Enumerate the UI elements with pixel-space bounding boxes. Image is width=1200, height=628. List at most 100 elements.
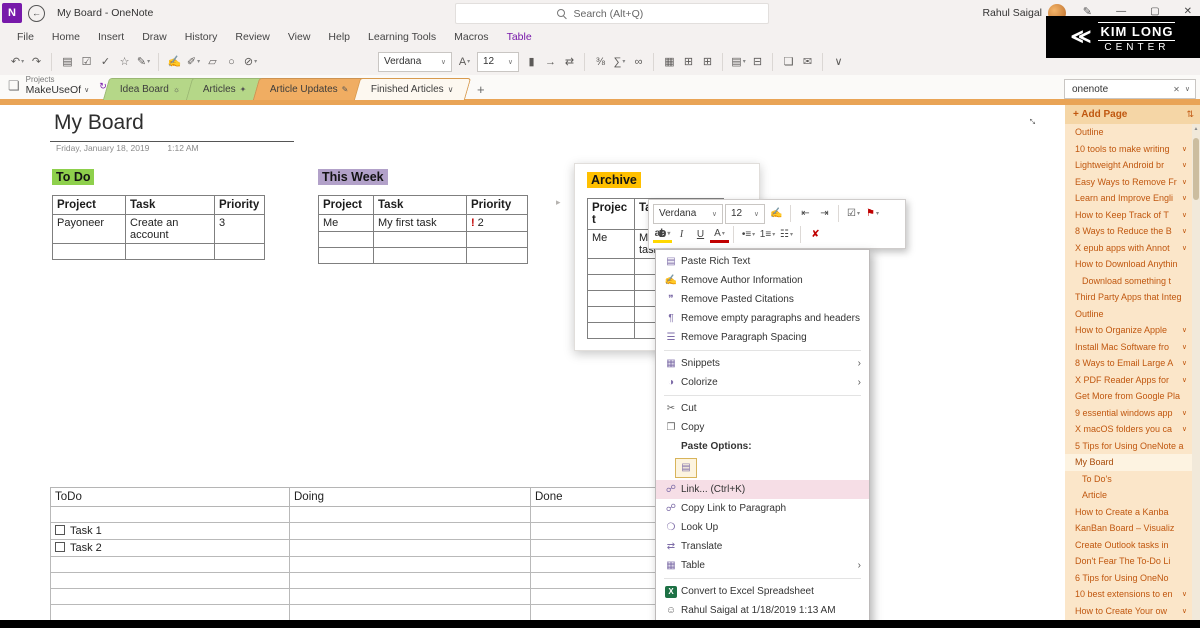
menu-bar-item[interactable]: Macros: [445, 31, 497, 43]
format-painter-icon[interactable]: ✍: [767, 205, 786, 222]
table-cell[interactable]: [51, 557, 290, 573]
table-cell[interactable]: [588, 291, 635, 307]
menu-item-snippets[interactable]: ▦ Snippets ›: [656, 354, 869, 373]
todo-table[interactable]: Project Task Priority Payoneer Create an…: [52, 195, 265, 260]
lasso-select-icon[interactable]: ○: [222, 53, 241, 71]
eraser-icon[interactable]: ⊘: [241, 53, 260, 71]
table-cell[interactable]: [290, 540, 531, 557]
page-list-item[interactable]: Article: [1065, 487, 1192, 504]
column-header[interactable]: Project: [53, 196, 126, 215]
table-cell[interactable]: [588, 307, 635, 323]
table-cell[interactable]: [290, 573, 531, 589]
table-cell[interactable]: [51, 507, 290, 523]
paragraph-handle-icon[interactable]: ▸: [556, 197, 561, 208]
decrease-indent-icon[interactable]: ⇤: [790, 205, 815, 222]
page-list-item[interactable]: How to Download Anythin: [1065, 256, 1192, 273]
increase-indent-icon[interactable]: ⇥: [815, 205, 834, 222]
format-painter-icon[interactable]: ✍: [158, 53, 184, 71]
borders-icon[interactable]: ⊟: [748, 53, 767, 71]
table-cell[interactable]: Create an account: [126, 215, 215, 244]
page-list-item[interactable]: Outline: [1065, 124, 1192, 141]
section-tab[interactable]: Idea Board ☼: [103, 78, 198, 100]
section-tab[interactable]: Finished Articles ∨: [354, 78, 471, 100]
global-search-input[interactable]: [572, 7, 668, 21]
important-tag-icon[interactable]: ☆: [115, 53, 134, 71]
page-list-item[interactable]: X epub apps with Annot ∨: [1065, 240, 1192, 257]
table-cell[interactable]: [51, 605, 290, 621]
page-list-item[interactable]: Create Outlook tasks in: [1065, 537, 1192, 554]
scrollbar-thumb[interactable]: [1193, 138, 1199, 200]
menu-bar-item[interactable]: Home: [43, 31, 89, 43]
page-list-item[interactable]: Lightweight Android br ∨: [1065, 157, 1192, 174]
menu-item-author-info[interactable]: ☺ Rahul Saigal at 1/18/2019 1:13 AM: [656, 601, 869, 620]
menu-item-paste-rich-text[interactable]: ▤ Paste Rich Text: [656, 252, 869, 271]
symbols-icon[interactable]: ∞: [629, 53, 648, 71]
close-button[interactable]: ✕: [1184, 6, 1192, 17]
menu-item-paste-option-button[interactable]: ▤: [656, 456, 869, 480]
column-header[interactable]: Doing: [290, 488, 531, 507]
this-week-table[interactable]: Project Task Priority Me My first task !…: [318, 195, 528, 264]
table-cell[interactable]: [290, 523, 531, 540]
column-header[interactable]: Priority: [215, 196, 265, 215]
column-header[interactable]: Priority: [467, 196, 528, 215]
text-direction-icon[interactable]: ⇄: [560, 53, 579, 71]
page-list-item[interactable]: 8 Ways to Reduce the B ∨: [1065, 223, 1192, 240]
table-icon[interactable]: ▦: [653, 53, 679, 71]
menu-item-copy-link-to-paragraph[interactable]: ☍ Copy Link to Paragraph: [656, 499, 869, 518]
table-cell[interactable]: Task 1: [51, 523, 290, 540]
page-list-item[interactable]: My Board: [1065, 454, 1192, 471]
table-cell[interactable]: Payoneer: [53, 215, 126, 244]
page-list-item[interactable]: Get More from Google Pla: [1065, 388, 1192, 405]
bullets-icon[interactable]: •≡: [733, 226, 758, 243]
column-header[interactable]: Task: [374, 196, 467, 215]
email-page-icon[interactable]: ✉: [798, 53, 817, 71]
add-section-button[interactable]: +: [477, 82, 485, 97]
table-cell[interactable]: [374, 248, 467, 264]
menu-item-remove-author-information[interactable]: ✍ Remove Author Information: [656, 271, 869, 290]
pen-icon[interactable]: ✐: [184, 53, 203, 71]
page-filter-box[interactable]: ✕ ∨: [1064, 79, 1196, 99]
page-list-item[interactable]: How to Create a Kanba: [1065, 504, 1192, 521]
page-list-item[interactable]: 10 best extensions to en ∨: [1065, 586, 1192, 603]
menu-bar-item[interactable]: Table: [498, 31, 541, 43]
menu-item-remove-pasted-citations[interactable]: ❞ Remove Pasted Citations: [656, 290, 869, 309]
this-week-heading[interactable]: This Week: [318, 169, 388, 185]
highlighter-icon[interactable]: ▱: [203, 53, 222, 71]
delete-icon[interactable]: ✘: [800, 226, 825, 243]
font-size-combo[interactable]: 12 ∨: [725, 204, 765, 224]
numbering-icon[interactable]: 1≡: [758, 226, 777, 243]
table-cell[interactable]: My first task: [374, 215, 467, 232]
todo-tag-icon[interactable]: ☑: [838, 205, 863, 222]
menu-item-translate[interactable]: ⇄ Translate: [656, 537, 869, 556]
menu-item-paste-options-label[interactable]: Paste Options:: [656, 437, 869, 456]
page-list-item[interactable]: 10 tools to make writing ∨: [1065, 141, 1192, 158]
menu-item-remove-paragraph-spacing[interactable]: ☰ Remove Paragraph Spacing: [656, 328, 869, 347]
column-header[interactable]: Task: [126, 196, 215, 215]
page-list-item[interactable]: Download something t: [1065, 273, 1192, 290]
font-color-icon[interactable]: A: [710, 226, 729, 243]
flag-icon[interactable]: ⚑: [863, 205, 882, 222]
table-cell[interactable]: Me: [319, 215, 374, 232]
page-list-item[interactable]: KanBan Board – Visualiz: [1065, 520, 1192, 537]
table-cell[interactable]: [53, 244, 126, 260]
font-size-icon[interactable]: A: [455, 53, 474, 71]
table-cell[interactable]: [290, 605, 531, 621]
table-cell[interactable]: [290, 557, 531, 573]
menu-item-link[interactable]: ☍ Link... (Ctrl+K): [656, 480, 869, 499]
table-cell[interactable]: [467, 248, 528, 264]
fraction-icon[interactable]: ⅜: [584, 53, 610, 71]
global-search-box[interactable]: [455, 3, 769, 24]
menu-bar-item[interactable]: History: [176, 31, 227, 43]
menu-item-copy[interactable]: ❐ Copy: [656, 418, 869, 437]
sort-pages-icon[interactable]: ⇅: [1186, 109, 1194, 120]
menu-bar-item[interactable]: File: [8, 31, 43, 43]
page-list-item[interactable]: How to Organize Apple ∨: [1065, 322, 1192, 339]
page-list-item[interactable]: X macOS folders you ca ∨: [1065, 421, 1192, 438]
font-name-combo[interactable]: Verdana ∨: [378, 52, 452, 72]
table-cell[interactable]: !2: [467, 215, 528, 232]
task-checkbox[interactable]: [55, 542, 65, 552]
page-list-item[interactable]: Don't Fear The To-Do Li: [1065, 553, 1192, 570]
section-tab[interactable]: Article Updates ✎: [253, 78, 366, 100]
scroll-up-icon[interactable]: ▲: [1192, 124, 1200, 134]
task-label[interactable]: Task 2: [70, 542, 102, 554]
